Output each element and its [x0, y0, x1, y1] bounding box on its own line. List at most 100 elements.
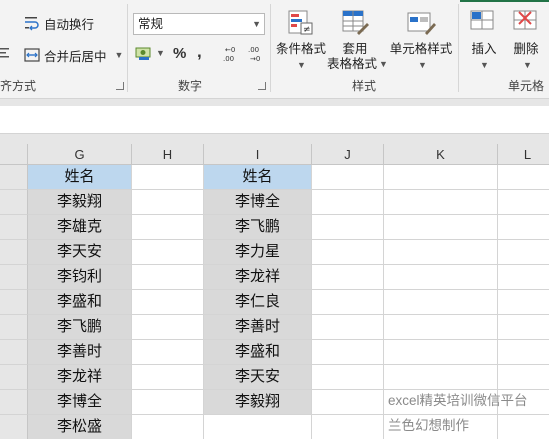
row-header[interactable] [0, 265, 28, 290]
formula-bar[interactable] [0, 106, 549, 134]
empty-cell[interactable] [384, 265, 498, 290]
empty-cell[interactable] [132, 365, 204, 390]
empty-cell[interactable] [384, 190, 498, 215]
empty-cell[interactable] [132, 190, 204, 215]
cell-g[interactable]: 李飞鹏 [28, 315, 132, 340]
empty-cell[interactable] [312, 365, 384, 390]
row-header[interactable] [0, 415, 28, 439]
empty-cell[interactable] [498, 315, 549, 340]
wrap-text-button[interactable]: 自动换行 [24, 12, 94, 34]
empty-cell[interactable] [384, 365, 498, 390]
cell-i[interactable]: 李力星 [204, 240, 312, 265]
empty-cell[interactable] [132, 215, 204, 240]
cell-g[interactable]: 李龙祥 [28, 365, 132, 390]
header-cell-g[interactable]: 姓名 [28, 165, 132, 190]
empty-cell[interactable] [498, 165, 549, 190]
cell-g[interactable]: 李盛和 [28, 290, 132, 315]
empty-cell[interactable] [312, 215, 384, 240]
cell-i[interactable]: 李飞鹏 [204, 215, 312, 240]
row-header[interactable] [0, 290, 28, 315]
row-header[interactable] [0, 215, 28, 240]
cell-i[interactable]: 李毅翔 [204, 390, 312, 415]
empty-cell[interactable] [498, 265, 549, 290]
cell-g[interactable]: 李雄克 [28, 215, 132, 240]
empty-cell[interactable] [312, 240, 384, 265]
comma-style-button[interactable]: , [197, 42, 202, 62]
dialog-launcher-icon[interactable] [258, 82, 266, 90]
empty-cell[interactable] [312, 165, 384, 190]
merge-center-button[interactable]: 合并后居中 ▼ [24, 44, 123, 66]
cell-i[interactable]: 李天安 [204, 365, 312, 390]
row-header[interactable] [0, 340, 28, 365]
empty-cell[interactable] [312, 190, 384, 215]
col-header-i[interactable]: I [204, 144, 312, 165]
empty-cell[interactable] [498, 190, 549, 215]
row-header[interactable] [0, 165, 28, 190]
empty-cell[interactable] [384, 215, 498, 240]
decrease-decimal-button[interactable]: .00 →0 [245, 44, 265, 64]
empty-cell[interactable] [498, 290, 549, 315]
cell-i[interactable]: 李盛和 [204, 340, 312, 365]
empty-cell[interactable] [132, 340, 204, 365]
empty-cell[interactable] [384, 315, 498, 340]
empty-cell[interactable] [312, 290, 384, 315]
col-header-g[interactable]: G [28, 144, 132, 165]
empty-cell[interactable] [204, 415, 312, 439]
empty-cell[interactable] [132, 290, 204, 315]
empty-cell[interactable] [384, 340, 498, 365]
empty-cell[interactable] [498, 415, 549, 439]
empty-cell[interactable] [498, 365, 549, 390]
chevron-down-icon[interactable]: ▼ [115, 50, 124, 60]
chevron-down-icon: ▼ [480, 60, 489, 70]
empty-cell[interactable] [312, 415, 384, 439]
row-header[interactable] [0, 365, 28, 390]
svg-text:.00: .00 [248, 46, 259, 54]
col-header-l[interactable]: L [498, 144, 549, 165]
empty-cell[interactable] [498, 240, 549, 265]
row-header[interactable] [0, 315, 28, 340]
cell-i[interactable]: 李龙祥 [204, 265, 312, 290]
cell-i[interactable]: 李仁良 [204, 290, 312, 315]
cell-g[interactable]: 李天安 [28, 240, 132, 265]
empty-cell[interactable] [498, 215, 549, 240]
cell-g[interactable]: 李善时 [28, 340, 132, 365]
spreadsheet-grid[interactable]: G H I J K L 姓名 姓名 李毅翔 李博全 李雄克 李飞鹏 李天安 李力星 李钧利 李龙祥… [0, 144, 549, 439]
empty-cell[interactable] [384, 290, 498, 315]
increase-decimal-button[interactable]: ←0.00 [221, 44, 241, 64]
dialog-launcher-icon[interactable] [116, 82, 124, 90]
empty-cell[interactable] [132, 390, 204, 415]
cell-g[interactable]: 李毅翔 [28, 190, 132, 215]
row-header[interactable] [0, 190, 28, 215]
empty-cell[interactable] [312, 315, 384, 340]
cell-i[interactable]: 李善时 [204, 315, 312, 340]
percent-style-button[interactable]: % [173, 45, 186, 62]
col-header-h[interactable]: H [132, 144, 204, 165]
col-header-j[interactable]: J [312, 144, 384, 165]
header-cell-i[interactable]: 姓名 [204, 165, 312, 190]
number-format-value: 常规 [138, 17, 164, 31]
empty-cell[interactable] [132, 240, 204, 265]
merge-center-label: 合并后居中 [44, 49, 107, 64]
empty-cell[interactable] [132, 165, 204, 190]
cell-i[interactable]: 李博全 [204, 190, 312, 215]
col-header-k[interactable]: K [384, 144, 498, 165]
number-format-select[interactable]: 常规 ▼ [133, 13, 265, 35]
empty-cell[interactable] [312, 390, 384, 415]
empty-cell[interactable] [132, 315, 204, 340]
chevron-down-icon: ▼ [523, 60, 532, 70]
insert-label: 插入 [471, 42, 497, 56]
empty-cell[interactable] [384, 165, 498, 190]
empty-cell[interactable] [384, 240, 498, 265]
cell-g[interactable]: 李钧利 [28, 265, 132, 290]
cell-g[interactable]: 李松盛 [28, 415, 132, 439]
empty-cell[interactable] [132, 415, 204, 439]
empty-cell[interactable] [132, 265, 204, 290]
empty-cell[interactable] [498, 340, 549, 365]
empty-cell[interactable] [312, 340, 384, 365]
row-header[interactable] [0, 390, 28, 415]
align-partial-icon[interactable] [0, 44, 12, 62]
row-header[interactable] [0, 240, 28, 265]
accounting-format-button[interactable]: ▼ [134, 44, 165, 64]
cell-g[interactable]: 李博全 [28, 390, 132, 415]
empty-cell[interactable] [312, 265, 384, 290]
